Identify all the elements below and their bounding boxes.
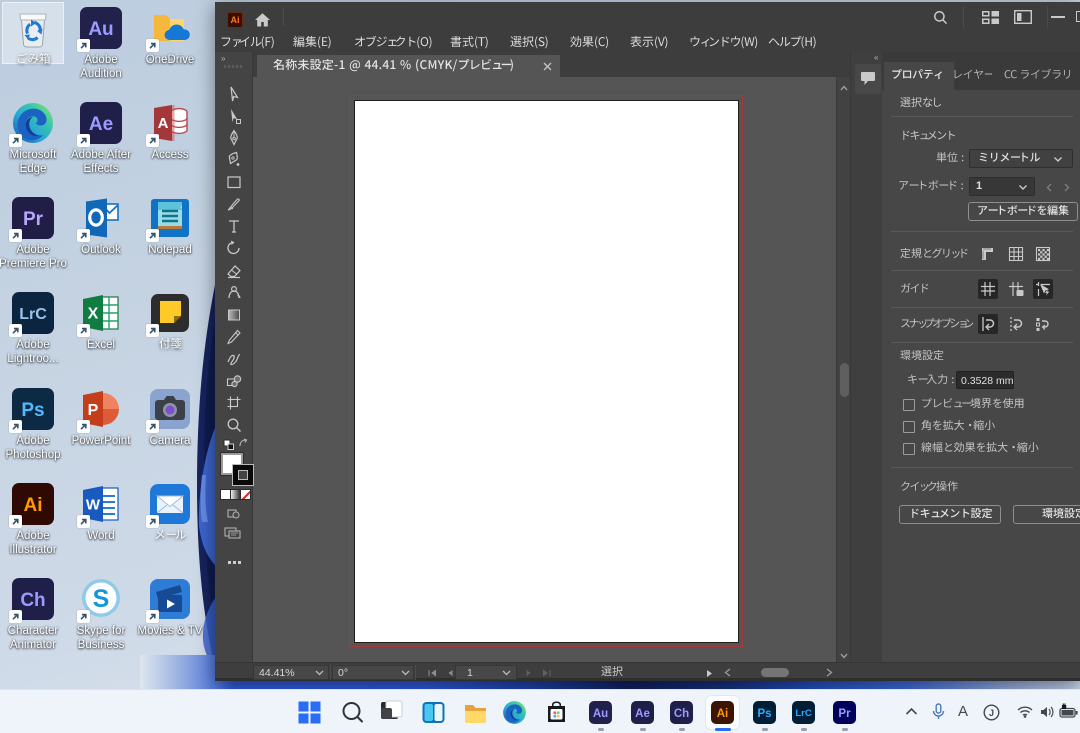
svg-text:Ch: Ch xyxy=(20,590,45,611)
svg-text:Ai: Ai xyxy=(717,708,729,720)
svg-text:Ae: Ae xyxy=(635,708,650,720)
svg-text:Au: Au xyxy=(593,708,608,720)
svg-text:J: J xyxy=(989,708,994,718)
svg-text:Pr: Pr xyxy=(23,209,44,230)
svg-text:LrC: LrC xyxy=(19,306,47,323)
svg-text:Pr: Pr xyxy=(838,708,851,720)
svg-text:Ae: Ae xyxy=(89,114,113,135)
svg-text:Ch: Ch xyxy=(674,708,689,720)
svg-text:P: P xyxy=(88,402,99,419)
svg-text:Ai: Ai xyxy=(24,495,43,516)
svg-text:Ps: Ps xyxy=(757,708,771,720)
svg-text:S: S xyxy=(93,585,110,613)
svg-text:LrC: LrC xyxy=(795,708,812,719)
svg-text:Ps: Ps xyxy=(21,400,44,421)
svg-text:A: A xyxy=(158,115,169,132)
svg-text:Au: Au xyxy=(88,19,113,40)
svg-text:X: X xyxy=(88,306,99,323)
svg-text:W: W xyxy=(86,497,101,514)
